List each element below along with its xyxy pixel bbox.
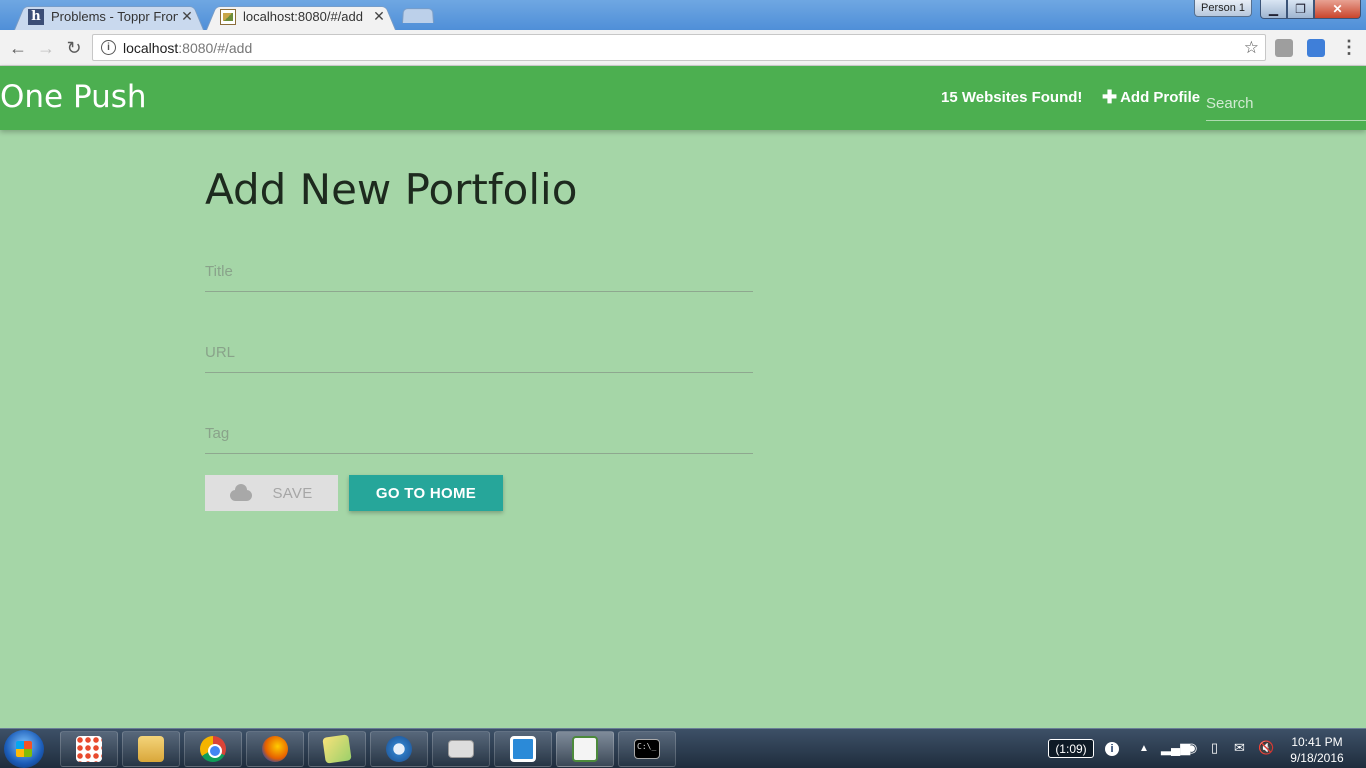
search-input[interactable] [1206,86,1366,121]
reload-icon[interactable]: ↻ [62,36,86,60]
save-button[interactable]: SAVE [205,475,338,511]
address-bar[interactable]: i localhost:8080/#/add ☆ [92,34,1266,61]
globe-icon[interactable]: ◉ [1186,740,1197,756]
url-field[interactable] [205,333,753,373]
taskbar-notes[interactable] [308,731,366,767]
tab-title: Problems - Toppr Fronte [51,9,178,24]
back-arrow-icon[interactable]: ← [6,36,30,60]
plus-icon: ✚ [1102,87,1118,107]
cloud-icon [230,483,253,501]
phone-icon[interactable]: ▯ [1211,740,1218,756]
title-field[interactable] [205,252,753,292]
page-title: Add New Portfolio [205,165,578,214]
battery-indicator[interactable]: (1:09) [1048,739,1094,758]
start-button[interactable] [4,730,44,768]
add-profile-label: Add Profile [1120,89,1201,106]
taskbar-cmd[interactable]: C:\_ [618,731,676,767]
tab-problems[interactable]: h Problems - Toppr Fronte ✕ [14,3,204,31]
close-icon[interactable]: ✕ [370,8,388,25]
taskbar-explorer[interactable] [122,731,180,767]
info-icon[interactable]: i [1105,742,1119,756]
taskbar-chart-app[interactable] [556,731,614,767]
url-host: localhost [123,39,179,56]
mail-icon [448,740,474,758]
taskbar-mail[interactable] [432,731,490,767]
tab-localhost-add[interactable]: localhost:8080/#/add ✕ [206,3,396,31]
show-hidden-icons-icon[interactable]: ▲ [1139,743,1149,754]
restore-button[interactable]: ❐ [1287,0,1314,19]
apps-grid-icon [76,736,102,762]
extension-icon[interactable] [1275,39,1293,57]
websites-found-count[interactable]: 15 Websites Found! [941,89,1082,106]
taskbar-firefox[interactable] [246,731,304,767]
taskbar: C:\_ (1:09) i ▲ ▂▄▆ ◉ ▯ ✉ 🔇 10:41 PM 9/1… [0,728,1366,768]
taskbar-apps[interactable] [60,731,118,767]
profile-button[interactable]: Person 1 [1194,0,1252,17]
taskbar-network[interactable] [370,731,428,767]
chart-app-icon [572,736,598,762]
file-explorer-icon [138,736,164,762]
forward-arrow-icon[interactable]: → [34,36,58,60]
save-label: SAVE [272,484,313,502]
extension-icon[interactable] [1307,39,1325,57]
h-letter-icon: h [28,8,44,25]
chrome-icon [200,736,226,762]
go-to-home-button[interactable]: GO TO HOME [349,475,503,511]
url-path: :8080/#/add [178,39,253,56]
system-clock[interactable]: 10:41 PM 9/18/2016 [1282,734,1352,766]
browser-toolbar: ← → ↻ i localhost:8080/#/add ☆ ⋮ [0,30,1366,66]
brand-logo[interactable]: One Push [0,79,147,115]
clock-date: 9/18/2016 [1290,751,1344,765]
window-controls: ▁ ❐ ✕ [1260,0,1361,19]
clock-time: 10:41 PM [1291,735,1343,749]
message-icon[interactable]: ✉ [1234,740,1245,756]
bracket-app-icon [510,736,536,762]
minimize-button[interactable]: ▁ [1260,0,1287,19]
bookmark-star-icon[interactable]: ☆ [1244,38,1259,58]
volume-muted-icon[interactable]: 🔇 [1258,740,1274,756]
network-icon [386,736,412,762]
sticky-notes-icon [322,734,352,764]
window-close-button[interactable]: ✕ [1314,0,1361,19]
new-tab-button[interactable] [402,7,434,23]
app-navbar: One Push 15 Websites Found! ✚ Add Profil… [0,66,1366,130]
menu-icon[interactable]: ⋮ [1340,37,1358,58]
tab-title: localhost:8080/#/add [243,9,363,24]
image-icon [220,8,236,25]
tag-field[interactable] [205,414,753,454]
info-icon[interactable]: i [101,40,116,55]
add-profile-link[interactable]: ✚ Add Profile [1102,87,1201,107]
browser-tab-strip: h Problems - Toppr Fronte ✕ localhost:80… [0,0,1366,31]
taskbar-bracket-app[interactable] [494,731,552,767]
command-prompt-icon: C:\_ [634,739,660,759]
close-icon[interactable]: ✕ [178,8,196,25]
taskbar-chrome[interactable] [184,731,242,767]
firefox-icon [262,736,288,762]
